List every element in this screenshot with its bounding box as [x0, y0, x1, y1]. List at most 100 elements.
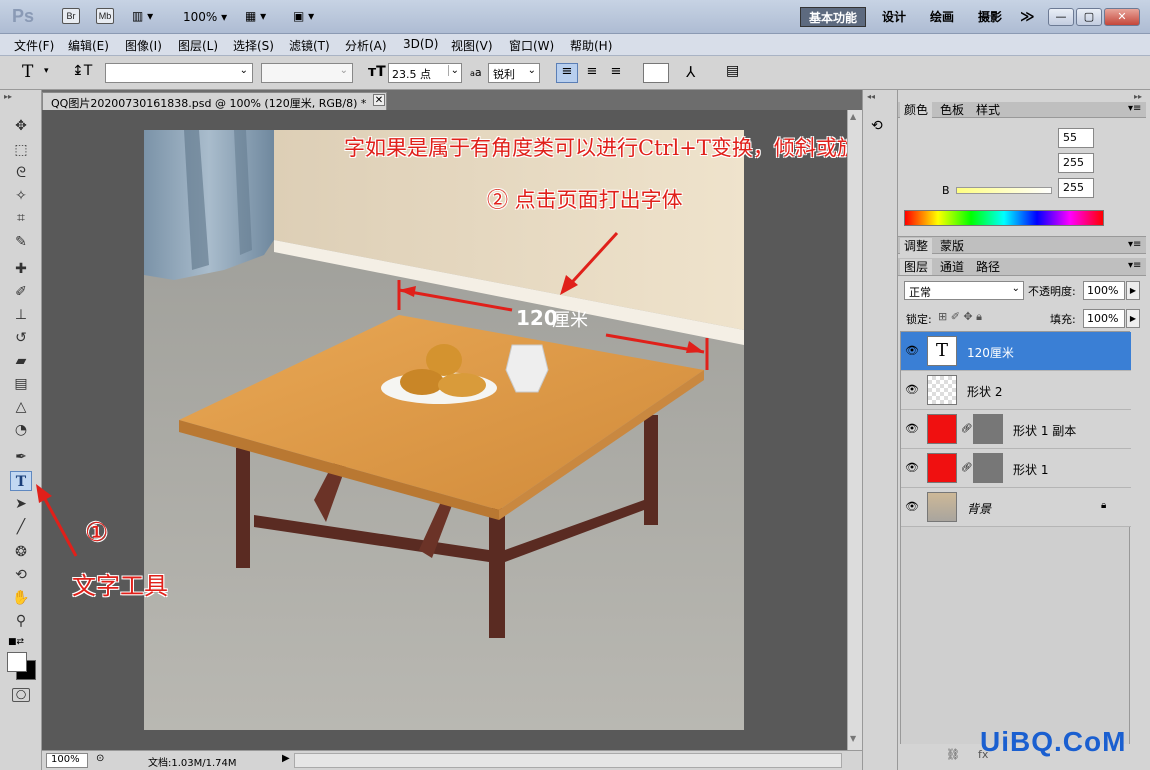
screen-mode-icon[interactable]: ▣ ▾ [293, 9, 314, 23]
color-r-input[interactable]: 55 [1058, 128, 1094, 148]
workspace-design[interactable]: 设计 [874, 7, 914, 27]
clone-stamp-tool-icon[interactable]: ⊥ [10, 305, 32, 325]
adjust-panel-menu-icon[interactable]: ▾≡ [1128, 239, 1141, 250]
vertical-scrollbar[interactable]: ▲ ▼ [847, 110, 862, 750]
tab-color[interactable]: 颜色 [900, 102, 933, 118]
history-panel-icon[interactable]: ⟲ [871, 118, 883, 134]
hand-tool-icon[interactable]: ✋ [10, 588, 32, 608]
foreground-color-swatch[interactable] [7, 652, 27, 672]
extras-menu-icon[interactable]: ▥ ▾ [132, 9, 153, 23]
eraser-tool-icon[interactable]: ▰ [10, 351, 32, 371]
font-size-input[interactable]: 23.5 点 ⌄ [388, 63, 462, 83]
menu-layer[interactable]: 图层(L) [178, 37, 218, 54]
status-menu-arrow-icon[interactable]: ▶ [282, 753, 290, 764]
menu-help[interactable]: 帮助(H) [570, 37, 612, 54]
layer-row[interactable]: 👁︎ T 120厘米 [901, 332, 1131, 371]
link-chain-icon[interactable]: 🔗︎ [961, 424, 972, 434]
anti-alias-select[interactable]: 锐利 ⌄ [488, 63, 540, 83]
pen-tool-icon[interactable]: ✒ [10, 447, 32, 467]
3d-rotate-tool-icon[interactable]: ❂ [10, 542, 32, 562]
tab-styles[interactable]: 样式 [972, 102, 1004, 118]
blend-mode-select[interactable]: 正常 ⌄ [904, 281, 1024, 300]
quick-select-tool-icon[interactable]: ✧ [10, 186, 32, 206]
layer-row[interactable]: 👁︎ 🔗︎ 形状 1 [901, 449, 1131, 488]
character-panel-icon[interactable]: ▤ [726, 63, 739, 79]
visibility-eye-icon[interactable]: 👁︎ [905, 383, 919, 397]
color-b-input[interactable]: 255 [1058, 178, 1094, 198]
zoom-level-dropdown[interactable]: 100% ▾ [183, 10, 227, 24]
gradient-tool-icon[interactable]: ▤ [10, 374, 32, 394]
fill-input[interactable]: 100% [1083, 309, 1125, 328]
tab-swatches[interactable]: 色板 [936, 102, 968, 118]
3d-orbit-tool-icon[interactable]: ⟲ [10, 565, 32, 585]
visibility-eye-icon[interactable]: 👁︎ [905, 500, 919, 514]
layers-panel-menu-icon[interactable]: ▾≡ [1128, 260, 1141, 271]
status-zoom-field[interactable]: 100% [46, 753, 88, 768]
marquee-tool-icon[interactable]: ⬚ [10, 140, 32, 160]
warp-text-icon[interactable]: ⅄ [686, 63, 695, 81]
tab-paths[interactable]: 路径 [972, 259, 1004, 275]
text-orientation-icon[interactable]: ↨T [72, 63, 92, 79]
history-brush-tool-icon[interactable]: ↺ [10, 328, 32, 348]
font-style-select[interactable]: ⌄ [261, 63, 353, 83]
blur-tool-icon[interactable]: △ [10, 397, 32, 417]
document-close-icon[interactable]: ✕ [373, 94, 385, 106]
path-select-tool-icon[interactable]: ➤ [10, 494, 32, 514]
color-spectrum-ramp[interactable] [904, 210, 1104, 226]
color-g-input[interactable]: 255 [1058, 153, 1094, 173]
visibility-eye-icon[interactable]: 👁︎ [905, 422, 919, 436]
visibility-eye-icon[interactable]: 👁︎ [905, 461, 919, 475]
zoom-tool-icon[interactable]: ⚲ [10, 611, 32, 631]
menu-image[interactable]: 图像(I) [125, 37, 162, 54]
align-left-button[interactable]: ≡ [556, 63, 578, 83]
layer-row[interactable]: 👁︎ 形状 2 [901, 371, 1131, 410]
scroll-up-icon[interactable]: ▲ [850, 112, 856, 121]
align-right-button[interactable]: ≡ [606, 64, 626, 79]
brush-tool-icon[interactable]: ✐ [10, 282, 32, 302]
crop-tool-icon[interactable]: ⌗ [10, 208, 32, 228]
line-tool-icon[interactable]: ╱ [10, 517, 32, 537]
document-image[interactable]: 120 厘米 [144, 130, 744, 730]
panel-collapse-icon[interactable]: ▸▸ [4, 92, 12, 101]
type-tool-icon[interactable]: T [10, 471, 32, 491]
color-panel-menu-icon[interactable]: ▾≡ [1128, 103, 1141, 114]
align-center-button[interactable]: ≡ [582, 64, 602, 79]
more-workspaces-icon[interactable]: ≫ [1012, 7, 1043, 27]
status-info-icon[interactable]: ⊙ [96, 753, 104, 764]
move-tool-icon[interactable]: ✥ [10, 116, 32, 136]
default-colors-icon[interactable]: ■⇄ [8, 637, 24, 647]
tab-layers[interactable]: 图层 [900, 259, 933, 275]
visibility-eye-icon[interactable]: 👁︎ [905, 344, 919, 358]
menu-filter[interactable]: 滤镜(T) [289, 37, 330, 54]
close-window-button[interactable]: ✕ [1104, 8, 1140, 26]
tool-preset-arrow-icon[interactable]: ▾ [44, 66, 49, 76]
horizontal-scrollbar[interactable] [294, 753, 842, 768]
lasso-tool-icon[interactable]: ᘓ [10, 163, 32, 183]
scroll-down-icon[interactable]: ▼ [850, 734, 856, 743]
minimize-button[interactable]: — [1048, 8, 1074, 26]
font-family-select[interactable]: ⌄ [105, 63, 253, 83]
opacity-arrow-icon[interactable]: ▶ [1126, 281, 1140, 300]
menu-file[interactable]: 文件(F) [14, 37, 54, 54]
tab-channels[interactable]: 通道 [936, 259, 968, 275]
menu-edit[interactable]: 编辑(E) [68, 37, 109, 54]
tool-preset-text-icon[interactable]: T [22, 62, 33, 82]
menu-analysis[interactable]: 分析(A) [345, 37, 387, 54]
strip-collapse-icon[interactable]: ◂◂ [867, 92, 875, 101]
arrange-documents-icon[interactable]: ▦ ▾ [245, 9, 266, 23]
lock-icons[interactable]: ⊞ ✐ ✥ 🔒︎ [938, 310, 982, 324]
menu-view[interactable]: 视图(V) [451, 37, 493, 54]
workspace-essentials[interactable]: 基本功能 [800, 7, 867, 27]
link-layers-icon[interactable]: ⛓︎ [946, 748, 960, 761]
mini-bridge-button[interactable]: Mb [96, 8, 114, 24]
menu-select[interactable]: 选择(S) [233, 37, 274, 54]
workspace-painting[interactable]: 绘画 [922, 7, 962, 27]
maximize-button[interactable]: ▢ [1076, 8, 1102, 26]
layer-row[interactable]: 👁︎ 🔗︎ 形状 1 副本 [901, 410, 1131, 449]
healing-brush-tool-icon[interactable]: ✚ [10, 259, 32, 279]
document-tab[interactable]: QQ图片20200730161838.psd @ 100% (120厘米, RG… [42, 92, 387, 110]
quick-mask-icon[interactable]: ◯ [12, 688, 30, 702]
bridge-button[interactable]: Br [62, 8, 80, 24]
tab-adjustments[interactable]: 调整 [900, 238, 933, 254]
tab-masks[interactable]: 蒙版 [936, 238, 968, 254]
